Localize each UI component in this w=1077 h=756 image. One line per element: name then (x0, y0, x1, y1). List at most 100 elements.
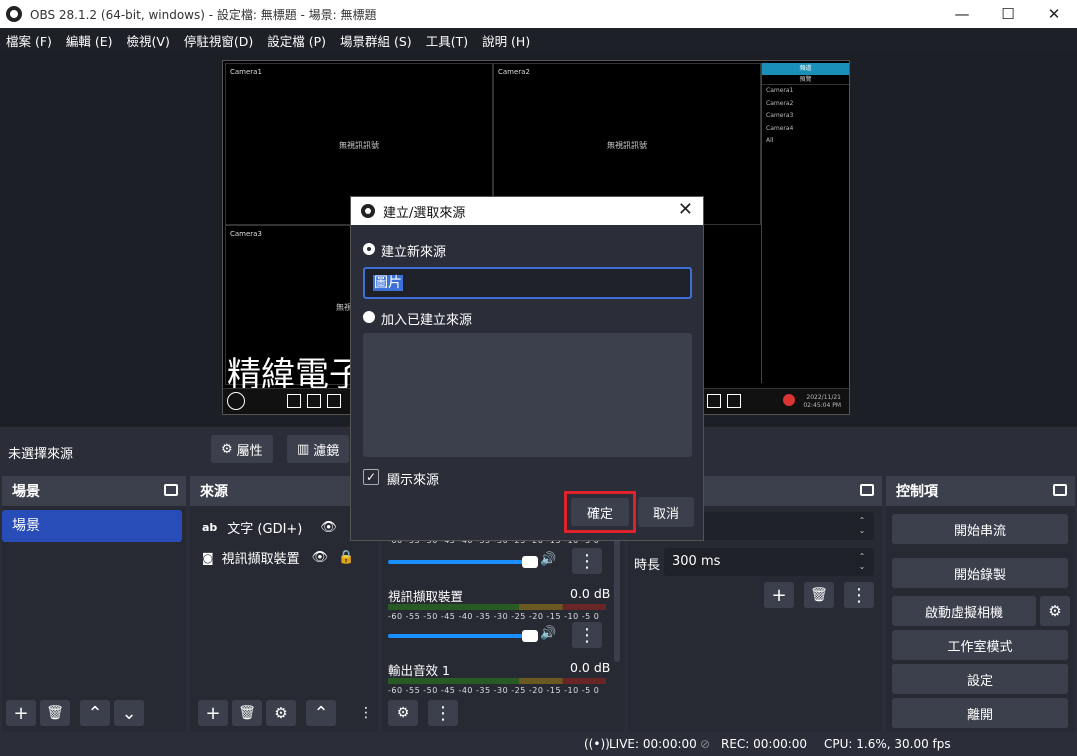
start-virtual-camera-button[interactable]: 啟動虛擬相機 (892, 596, 1036, 626)
rec-status: REC: 00:00:00 (721, 737, 808, 751)
add-transition-button[interactable]: + (764, 582, 794, 608)
duration-input[interactable]: 300 ms ⌃ ⌄ (664, 548, 874, 576)
trash-icon: 🗑 (238, 705, 256, 721)
pip-icon (727, 394, 741, 408)
scene-down-button[interactable]: ⌄ (114, 700, 144, 726)
fullscreen-icon (287, 394, 301, 408)
undock-icon[interactable] (1053, 484, 1067, 496)
speaker-icon[interactable]: 🔊 (540, 552, 556, 567)
scene-item[interactable]: 場景 (2, 510, 182, 542)
side-item: Camera4 (766, 124, 794, 132)
rec-icon: ⊘ (700, 737, 711, 751)
no-signal-text: 無視訊訊號 (339, 141, 379, 150)
more-options-button[interactable]: ⋮ (358, 700, 374, 726)
existing-sources-list[interactable] (363, 333, 692, 457)
dialog-close-icon[interactable]: ✕ (678, 199, 693, 220)
camera-label: Camera2 (498, 68, 530, 76)
trash-icon: 🗑 (46, 705, 64, 721)
checkmark-icon: ✓ (365, 470, 377, 484)
text-icon: ab (202, 521, 218, 534)
menu-edit[interactable]: 編輯 (E) (66, 31, 113, 50)
maximize-button[interactable]: ☐ (985, 0, 1031, 28)
properties-button[interactable]: ⚙ 屬性 (211, 435, 273, 463)
create-select-source-dialog: 建立/選取來源 ✕ 建立新來源 圖片 加入已建立來源 ✓ 顯示來源 確定 取消 (350, 196, 704, 541)
filters-label: 濾鏡 (313, 443, 340, 459)
dialog-title-bar: 建立/選取來源 ✕ (351, 197, 703, 225)
source-label: 文字 (GDI+) (227, 522, 303, 537)
exit-button[interactable]: 離開 (892, 698, 1068, 728)
add-source-button[interactable]: + (198, 700, 228, 726)
cpu-status: CPU: 1.6%, 30.00 fps (824, 737, 951, 751)
mixer-channel-db: 0.0 dB (570, 586, 611, 601)
menu-profile[interactable]: 設定檔 (P) (267, 31, 326, 50)
quad-view-icon (327, 394, 341, 408)
source-item-text[interactable]: ab 文字 (GDI+) 👁 (202, 518, 337, 537)
source-properties-button[interactable]: ⚙ (266, 700, 296, 726)
clock-date: 2022/11/21 (806, 394, 841, 401)
meter-scale: -60 -55 -50 -45 -40 -35 -30 -25 -20 -15 … (388, 612, 600, 621)
menu-file[interactable]: 檔案 (F) (6, 31, 52, 50)
menu-view[interactable]: 檢視(V) (127, 31, 170, 50)
ok-button[interactable]: 確定 (571, 498, 629, 526)
eye-icon[interactable]: 👁 (312, 550, 329, 565)
no-signal-text: 無視訊訊號 (607, 141, 647, 150)
virtual-camera-settings-button[interactable]: ⚙ (1040, 596, 1070, 626)
mixer-options-button[interactable]: ⋮ (572, 548, 602, 574)
eye-icon[interactable]: 👁 (320, 520, 337, 535)
audio-settings-button[interactable]: ⚙ (388, 700, 418, 726)
remove-transition-button[interactable]: 🗑 (804, 582, 834, 608)
mixer-menu-button[interactable]: ⋮ (428, 700, 458, 726)
filters-button[interactable]: ▥ 濾鏡 (287, 435, 350, 463)
speaker-icon[interactable]: 🔊 (540, 626, 556, 641)
undock-icon[interactable] (860, 484, 874, 496)
chevron-up-icon: ⌃ (313, 702, 329, 724)
mixer-options-button[interactable]: ⋮ (572, 622, 602, 648)
single-view-icon (307, 394, 321, 408)
plus-icon: + (205, 702, 221, 724)
source-name-value: 圖片 (373, 275, 403, 291)
menu-docks[interactable]: 停駐視窗(D) (184, 31, 253, 50)
clock-time: 02:45:04 PM (803, 402, 841, 409)
spinner-icon: ⌃ ⌄ (858, 552, 866, 571)
close-button[interactable]: ✕ (1031, 0, 1077, 28)
lock-icon[interactable]: 🔒 (338, 550, 354, 565)
duration-value: 300 ms (672, 554, 721, 569)
source-name-input[interactable]: 圖片 (363, 267, 692, 299)
start-streaming-button[interactable]: 開始串流 (892, 514, 1068, 544)
remove-source-button[interactable]: 🗑 (232, 700, 262, 726)
studio-mode-button[interactable]: 工作室模式 (892, 630, 1068, 660)
source-up-button[interactable]: ⌃ (306, 700, 336, 726)
volume-slider[interactable] (388, 556, 538, 568)
chevron-down-icon: ⌄ (121, 702, 137, 724)
gear-icon: ⚙ (221, 441, 233, 457)
settings-button[interactable]: 設定 (892, 664, 1068, 694)
start-recording-button[interactable]: 開始錄製 (892, 558, 1068, 588)
cancel-button[interactable]: 取消 (638, 497, 694, 527)
menu-tools[interactable]: 工具(T) (426, 31, 468, 50)
add-scene-button[interactable]: + (6, 700, 36, 726)
remove-scene-button[interactable]: 🗑 (40, 700, 70, 726)
volume-slider[interactable] (388, 630, 538, 642)
controls-dock: 控制項 開始串流 開始錄製 啟動虛擬相機 ⚙ 工作室模式 設定 離開 (886, 476, 1075, 732)
add-existing-radio[interactable] (363, 311, 375, 323)
menu-scene-collection[interactable]: 場景群組 (S) (340, 31, 412, 50)
scene-up-button[interactable]: ⌃ (80, 700, 110, 726)
minimize-button[interactable]: — (939, 0, 985, 28)
menu-help[interactable]: 說明 (H) (482, 31, 530, 50)
preview-clock: 2022/11/21 02:45:04 PM (803, 394, 841, 410)
source-item-camera[interactable]: ◙ 視訊擷取裝置 👁 🔒 (202, 548, 354, 567)
undock-icon[interactable] (164, 484, 178, 496)
ok-highlight: 確定 (564, 491, 636, 533)
camera-icon: ◙ (202, 550, 214, 565)
live-status: LIVE: 00:00:00 (609, 737, 697, 751)
meter-scale: -60 -55 -50 -45 -40 -35 -30 -25 -20 -15 … (388, 686, 600, 695)
properties-label: 屬性 (236, 443, 263, 459)
mixer-scrollbar[interactable] (614, 532, 620, 662)
duration-label: 時長 (634, 558, 661, 573)
source-label: 視訊擷取裝置 (221, 552, 300, 567)
transition-menu-button[interactable]: ⋮ (844, 582, 874, 608)
create-new-radio[interactable] (363, 243, 375, 255)
no-source-label: 未選擇來源 (8, 447, 74, 462)
show-source-checkbox[interactable]: ✓ (363, 469, 379, 485)
volume-meter (388, 604, 606, 610)
